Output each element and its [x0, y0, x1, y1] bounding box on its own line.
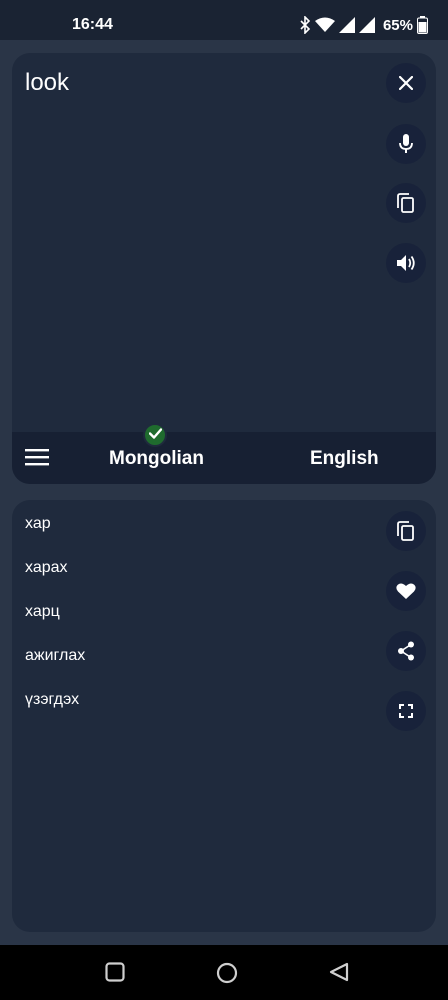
battery-icon — [417, 16, 428, 34]
voice-input-button[interactable] — [386, 124, 426, 164]
signal-icon — [358, 17, 375, 33]
fullscreen-button[interactable] — [386, 691, 426, 731]
heart-icon — [396, 582, 416, 600]
favorite-button[interactable] — [386, 571, 426, 611]
input-card: look Mongolian English — [12, 53, 436, 484]
translation-result[interactable]: харц — [25, 602, 85, 646]
navigation-bar — [0, 945, 448, 1000]
output-card: хар харах харц ажиглах үзэгдэх — [12, 500, 436, 932]
recents-icon[interactable] — [105, 962, 125, 987]
clear-button[interactable] — [386, 63, 426, 103]
speaker-icon — [396, 254, 416, 272]
target-language-button[interactable]: English — [310, 448, 379, 470]
language-verified-badge — [143, 423, 167, 447]
translation-result[interactable]: ажиглах — [25, 646, 85, 690]
fullscreen-icon — [399, 704, 413, 718]
share-icon — [397, 641, 415, 661]
speak-input-button[interactable] — [386, 243, 426, 283]
status-time: 16:44 — [72, 16, 113, 33]
hamburger-menu-icon[interactable] — [25, 448, 49, 471]
check-icon — [148, 426, 162, 444]
translation-results: хар харах харц ажиглах үзэгдэх — [25, 514, 85, 734]
copy-input-button[interactable] — [386, 183, 426, 223]
copy-icon — [397, 193, 415, 213]
translation-result[interactable]: харах — [25, 558, 85, 602]
close-icon — [399, 76, 413, 90]
language-bar: Mongolian English — [12, 432, 436, 484]
home-icon[interactable] — [216, 962, 238, 989]
copy-output-button[interactable] — [386, 511, 426, 551]
status-bar: 16:44 65% — [0, 0, 448, 40]
source-text-input[interactable]: look — [25, 69, 69, 97]
status-icons: 65% — [299, 14, 428, 36]
translation-result[interactable]: үзэгдэх — [25, 690, 85, 734]
microphone-icon — [399, 134, 413, 154]
share-button[interactable] — [386, 631, 426, 671]
signal-icon — [338, 17, 355, 33]
wifi-icon — [314, 17, 335, 33]
copy-icon — [397, 521, 415, 541]
source-language-button[interactable]: Mongolian — [109, 448, 204, 470]
battery-percent: 65% — [382, 16, 413, 34]
bluetooth-icon — [299, 16, 311, 34]
back-icon[interactable] — [329, 962, 349, 987]
translation-result[interactable]: хар — [25, 514, 85, 558]
